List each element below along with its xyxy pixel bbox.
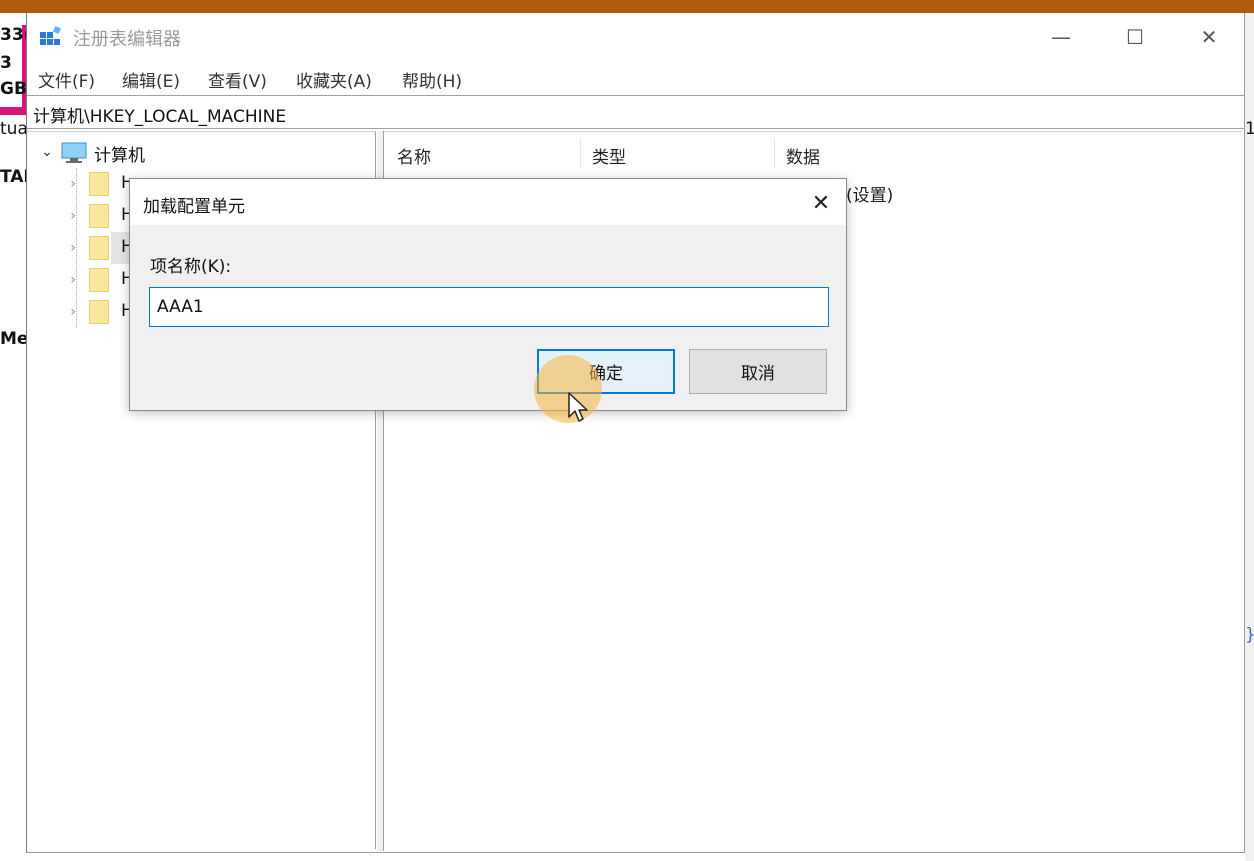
- bg-fragment: 1: [1245, 119, 1254, 139]
- desktop-strip: [0, 0, 1254, 13]
- bg-fragment: }: [1245, 625, 1254, 645]
- column-header-name[interactable]: 名称: [397, 143, 431, 168]
- address-path: 计算机\HKEY_LOCAL_MACHINE: [33, 107, 287, 127]
- bg-fragment: Me: [0, 329, 29, 349]
- folder-icon: [89, 300, 109, 324]
- bg-fragment: 3: [0, 53, 12, 73]
- regedit-icon: [40, 26, 61, 45]
- menu-edit[interactable]: 编辑(E): [122, 67, 180, 92]
- computer-icon: [61, 142, 87, 163]
- column-separator[interactable]: [774, 138, 775, 168]
- folder-icon: [89, 172, 109, 196]
- column-header-data[interactable]: 数据: [786, 143, 820, 168]
- cancel-button[interactable]: 取消: [689, 349, 827, 394]
- column-separator[interactable]: [580, 138, 581, 168]
- value-data-cell: (设置): [846, 186, 894, 206]
- close-button[interactable]: ✕: [1172, 13, 1246, 61]
- folder-icon: [89, 268, 109, 292]
- dialog-title: 加载配置单元: [143, 197, 245, 217]
- menu-favorites[interactable]: 收藏夹(A): [296, 67, 372, 92]
- load-hive-dialog: 加载配置单元 ✕ 项名称(K): 确定 取消: [129, 178, 847, 411]
- tree-item-computer[interactable]: ⌄ 计算机: [27, 136, 372, 168]
- chevron-right-icon[interactable]: ›: [65, 272, 81, 288]
- registry-editor-window: 注册表编辑器 — ☐ ✕ 文件(F) 编辑(E) 查看(V) 收藏夹(A) 帮助…: [26, 13, 1245, 853]
- folder-icon: [89, 236, 109, 260]
- tree-label: HKEY_CLASSES_ROOT: [121, 173, 129, 193]
- window-title: 注册表编辑器: [73, 29, 181, 50]
- background-window-right: 1 }: [1245, 13, 1254, 861]
- menu-view[interactable]: 查看(V): [208, 67, 267, 92]
- folder-icon: [89, 204, 109, 228]
- dialog-title-bar[interactable]: 加载配置单元 ✕: [130, 179, 846, 225]
- title-bar[interactable]: 注册表编辑器 — ☐ ✕: [27, 13, 1244, 61]
- chevron-right-icon[interactable]: ›: [65, 240, 81, 256]
- chevron-right-icon[interactable]: ›: [65, 304, 81, 320]
- menu-help[interactable]: 帮助(H): [402, 67, 462, 92]
- menu-bar: 文件(F) 编辑(E) 查看(V) 收藏夹(A) 帮助(H): [27, 61, 1244, 95]
- address-bar[interactable]: 计算机\HKEY_LOCAL_MACHINE: [27, 95, 1244, 129]
- maximize-button[interactable]: ☐: [1098, 13, 1172, 61]
- key-name-label: 项名称(K):: [150, 257, 232, 277]
- chevron-right-icon[interactable]: ›: [65, 176, 81, 192]
- minimize-button[interactable]: —: [1024, 13, 1098, 61]
- chevron-right-icon[interactable]: ›: [65, 208, 81, 224]
- bg-fragment: GB: [0, 79, 27, 99]
- key-name-input[interactable]: [149, 287, 829, 327]
- column-header-type[interactable]: 类型: [592, 143, 626, 168]
- dialog-close-button[interactable]: ✕: [803, 185, 839, 221]
- mouse-pointer-icon: [568, 392, 588, 422]
- chevron-down-icon[interactable]: ⌄: [39, 144, 55, 160]
- tree-label: 计算机: [94, 146, 145, 166]
- background-window-left: 33( 3 GB tual TAH Me: [0, 13, 38, 861]
- menu-file[interactable]: 文件(F): [38, 67, 95, 92]
